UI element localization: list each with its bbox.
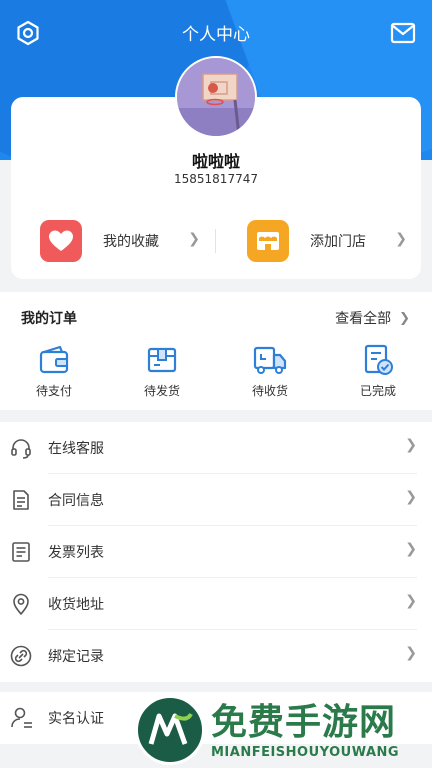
order-pending-payment[interactable]: 待支付 <box>14 344 94 399</box>
chevron-right-icon: ❯ <box>405 593 417 609</box>
menu-item-customer-service[interactable]: 在线客服 ❯ <box>0 422 432 474</box>
order-completed[interactable]: 已完成 <box>338 344 418 399</box>
menu-label: 实名认证 <box>48 711 104 727</box>
menu-item-invoices[interactable]: 发票列表 ❯ <box>0 526 432 578</box>
orders-title: 我的订单 <box>21 311 77 327</box>
chevron-right-icon: ❯ <box>399 310 410 326</box>
chevron-right-icon: ❯ <box>405 489 417 505</box>
headset-icon <box>11 439 31 459</box>
quick-divider <box>215 229 216 253</box>
mail-icon <box>390 22 416 44</box>
link-icon <box>10 645 32 667</box>
completed-icon <box>338 344 418 376</box>
watermark-title: 免费手游网 <box>211 702 397 743</box>
order-label: 待发货 <box>143 384 180 398</box>
menu-label: 绑定记录 <box>48 649 104 665</box>
chevron-right-icon: ❯ <box>188 231 200 247</box>
messages-button[interactable] <box>388 18 418 48</box>
favorites-label: 我的收藏 <box>103 234 159 250</box>
menu-label: 在线客服 <box>48 441 104 457</box>
menu-label: 收货地址 <box>48 597 104 613</box>
favorites-link[interactable]: 我的收藏 ❯ <box>40 218 200 264</box>
avatar[interactable] <box>175 56 257 138</box>
add-store-label: 添加门店 <box>310 234 366 250</box>
chevron-right-icon: ❯ <box>405 437 417 453</box>
package-icon <box>122 344 202 376</box>
chevron-right-icon: ❯ <box>395 231 407 247</box>
menu-item-contract[interactable]: 合同信息 ❯ <box>0 474 432 526</box>
order-to-ship[interactable]: 待发货 <box>122 344 202 399</box>
document-icon <box>13 490 29 510</box>
invoice-icon <box>12 542 30 562</box>
watermark-subtitle: MIANFEISHOUYOUWANG <box>211 745 400 760</box>
chevron-right-icon: ❯ <box>405 645 417 661</box>
menu-label: 发票列表 <box>48 545 104 561</box>
menu-label: 合同信息 <box>48 493 104 509</box>
store-icon <box>247 220 289 262</box>
chevron-right-icon: ❯ <box>405 541 417 557</box>
add-store-link[interactable]: 添加门店 ❯ <box>247 218 407 264</box>
wallet-icon <box>14 344 94 376</box>
user-verify-icon <box>11 707 32 728</box>
view-all-label: 查看全部 <box>335 311 392 327</box>
watermark-logo <box>135 695 205 765</box>
watermark: 免费手游网 MIANFEISHOUYOUWANG <box>135 693 425 768</box>
orders-section: 我的订单 查看全部 ❯ 待支付 待发货 待收货 已完成 <box>0 292 432 410</box>
view-all-orders-link[interactable]: 查看全部 ❯ <box>335 308 410 328</box>
order-to-receive[interactable]: 待收货 <box>230 344 310 399</box>
heart-icon <box>40 220 82 262</box>
menu-item-binding-records[interactable]: 绑定记录 ❯ <box>0 630 432 682</box>
truck-icon <box>230 344 310 376</box>
order-label: 待收货 <box>251 384 288 398</box>
service-menu: 在线客服 ❯ 合同信息 ❯ 发票列表 ❯ 收货地址 ❯ 绑定记录 ❯ <box>0 422 432 682</box>
page-title: 个人中心 <box>182 25 250 45</box>
location-icon <box>13 593 29 615</box>
order-label: 已完成 <box>359 384 396 398</box>
user-name: 啦啦啦 <box>191 152 240 171</box>
user-phone: 15851817747 <box>174 172 258 186</box>
menu-item-address[interactable]: 收货地址 ❯ <box>0 578 432 630</box>
order-label: 待支付 <box>35 384 72 398</box>
